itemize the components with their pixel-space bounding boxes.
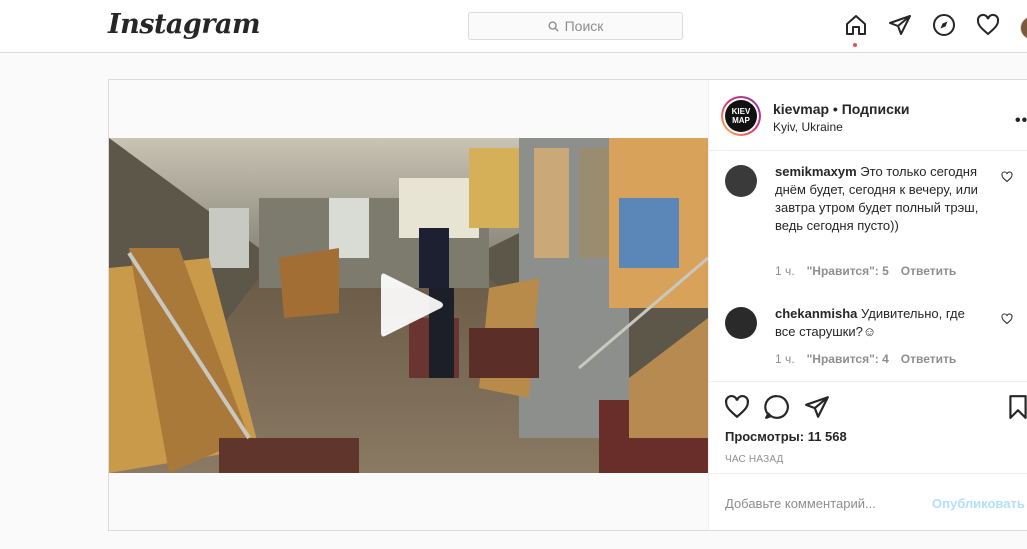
comment-like-icon[interactable]: [1001, 171, 1013, 183]
comment-body: chekanmisha Удивительно, где все старушк…: [775, 305, 985, 341]
share-icon[interactable]: [804, 394, 830, 420]
comment-likes[interactable]: "Нравится": 4: [807, 352, 889, 366]
commenter-avatar[interactable]: [725, 165, 757, 197]
author-avatar-logo: KIEV MAP: [725, 100, 757, 132]
explore-icon[interactable]: [932, 13, 956, 37]
notification-dot: [853, 43, 857, 47]
search-placeholder: Поиск: [564, 18, 604, 34]
activity-heart-icon[interactable]: [976, 13, 1000, 37]
author-username[interactable]: kievmap: [773, 101, 829, 117]
reply-button[interactable]: Ответить: [901, 264, 956, 278]
post-actions: Просмотры: 11 568 ЧАС НАЗАД: [709, 381, 1027, 482]
commenter-avatar[interactable]: [725, 307, 757, 339]
home-icon[interactable]: [844, 13, 868, 37]
post-timestamp[interactable]: ЧАС НАЗАД: [725, 454, 784, 465]
add-comment-bar: Добавьте комментарий... Опубликовать: [709, 473, 1027, 530]
comment-time[interactable]: 1 ч.: [775, 264, 795, 278]
reply-button[interactable]: Ответить: [901, 352, 956, 366]
comment-like-icon[interactable]: [1001, 313, 1013, 325]
comment-body: semikmaxym Это только сегодня днём будет…: [775, 163, 985, 235]
search-icon: [548, 20, 559, 32]
search-input[interactable]: Поиск: [468, 12, 683, 40]
video-player[interactable]: [109, 138, 708, 473]
commenter-username[interactable]: chekanmisha: [775, 306, 857, 321]
comment-likes[interactable]: "Нравится": 5: [807, 264, 889, 278]
comment-input[interactable]: Добавьте комментарий...: [725, 496, 876, 511]
like-icon[interactable]: [724, 394, 750, 420]
publish-button[interactable]: Опубликовать: [932, 496, 1025, 511]
play-icon[interactable]: [379, 270, 445, 340]
direct-icon[interactable]: [888, 13, 912, 37]
follow-separator: •: [829, 101, 842, 117]
instagram-logo[interactable]: Instagram: [108, 9, 261, 40]
top-navigation-bar: Instagram Поиск: [0, 0, 1027, 53]
comment-time[interactable]: 1 ч.: [775, 352, 795, 366]
post-card: KIEV MAP kievmap • Подписки Kyiv, Ukrain…: [108, 79, 1027, 531]
comment-meta: 1 ч. "Нравится": 4 Ответить: [775, 352, 956, 366]
comment-meta: 1 ч. "Нравится": 5 Ответить: [775, 264, 956, 278]
comment-icon[interactable]: [764, 394, 790, 420]
author-avatar[interactable]: KIEV MAP: [721, 96, 761, 136]
post-media: [109, 80, 708, 530]
post-header: KIEV MAP kievmap • Подписки Kyiv, Ukrain…: [709, 80, 1027, 151]
more-options-icon[interactable]: •••: [1015, 112, 1027, 130]
post-sidebar: KIEV MAP kievmap • Подписки Kyiv, Ukrain…: [708, 80, 1027, 530]
following-button[interactable]: Подписки: [842, 101, 910, 117]
save-icon[interactable]: [1005, 394, 1027, 420]
post-location[interactable]: Kyiv, Ukraine: [773, 120, 843, 134]
post-header-title: kievmap • Подписки: [773, 101, 910, 117]
commenter-username[interactable]: semikmaxym: [775, 164, 857, 179]
view-count[interactable]: Просмотры: 11 568: [725, 429, 847, 444]
profile-avatar[interactable]: [1020, 16, 1027, 40]
